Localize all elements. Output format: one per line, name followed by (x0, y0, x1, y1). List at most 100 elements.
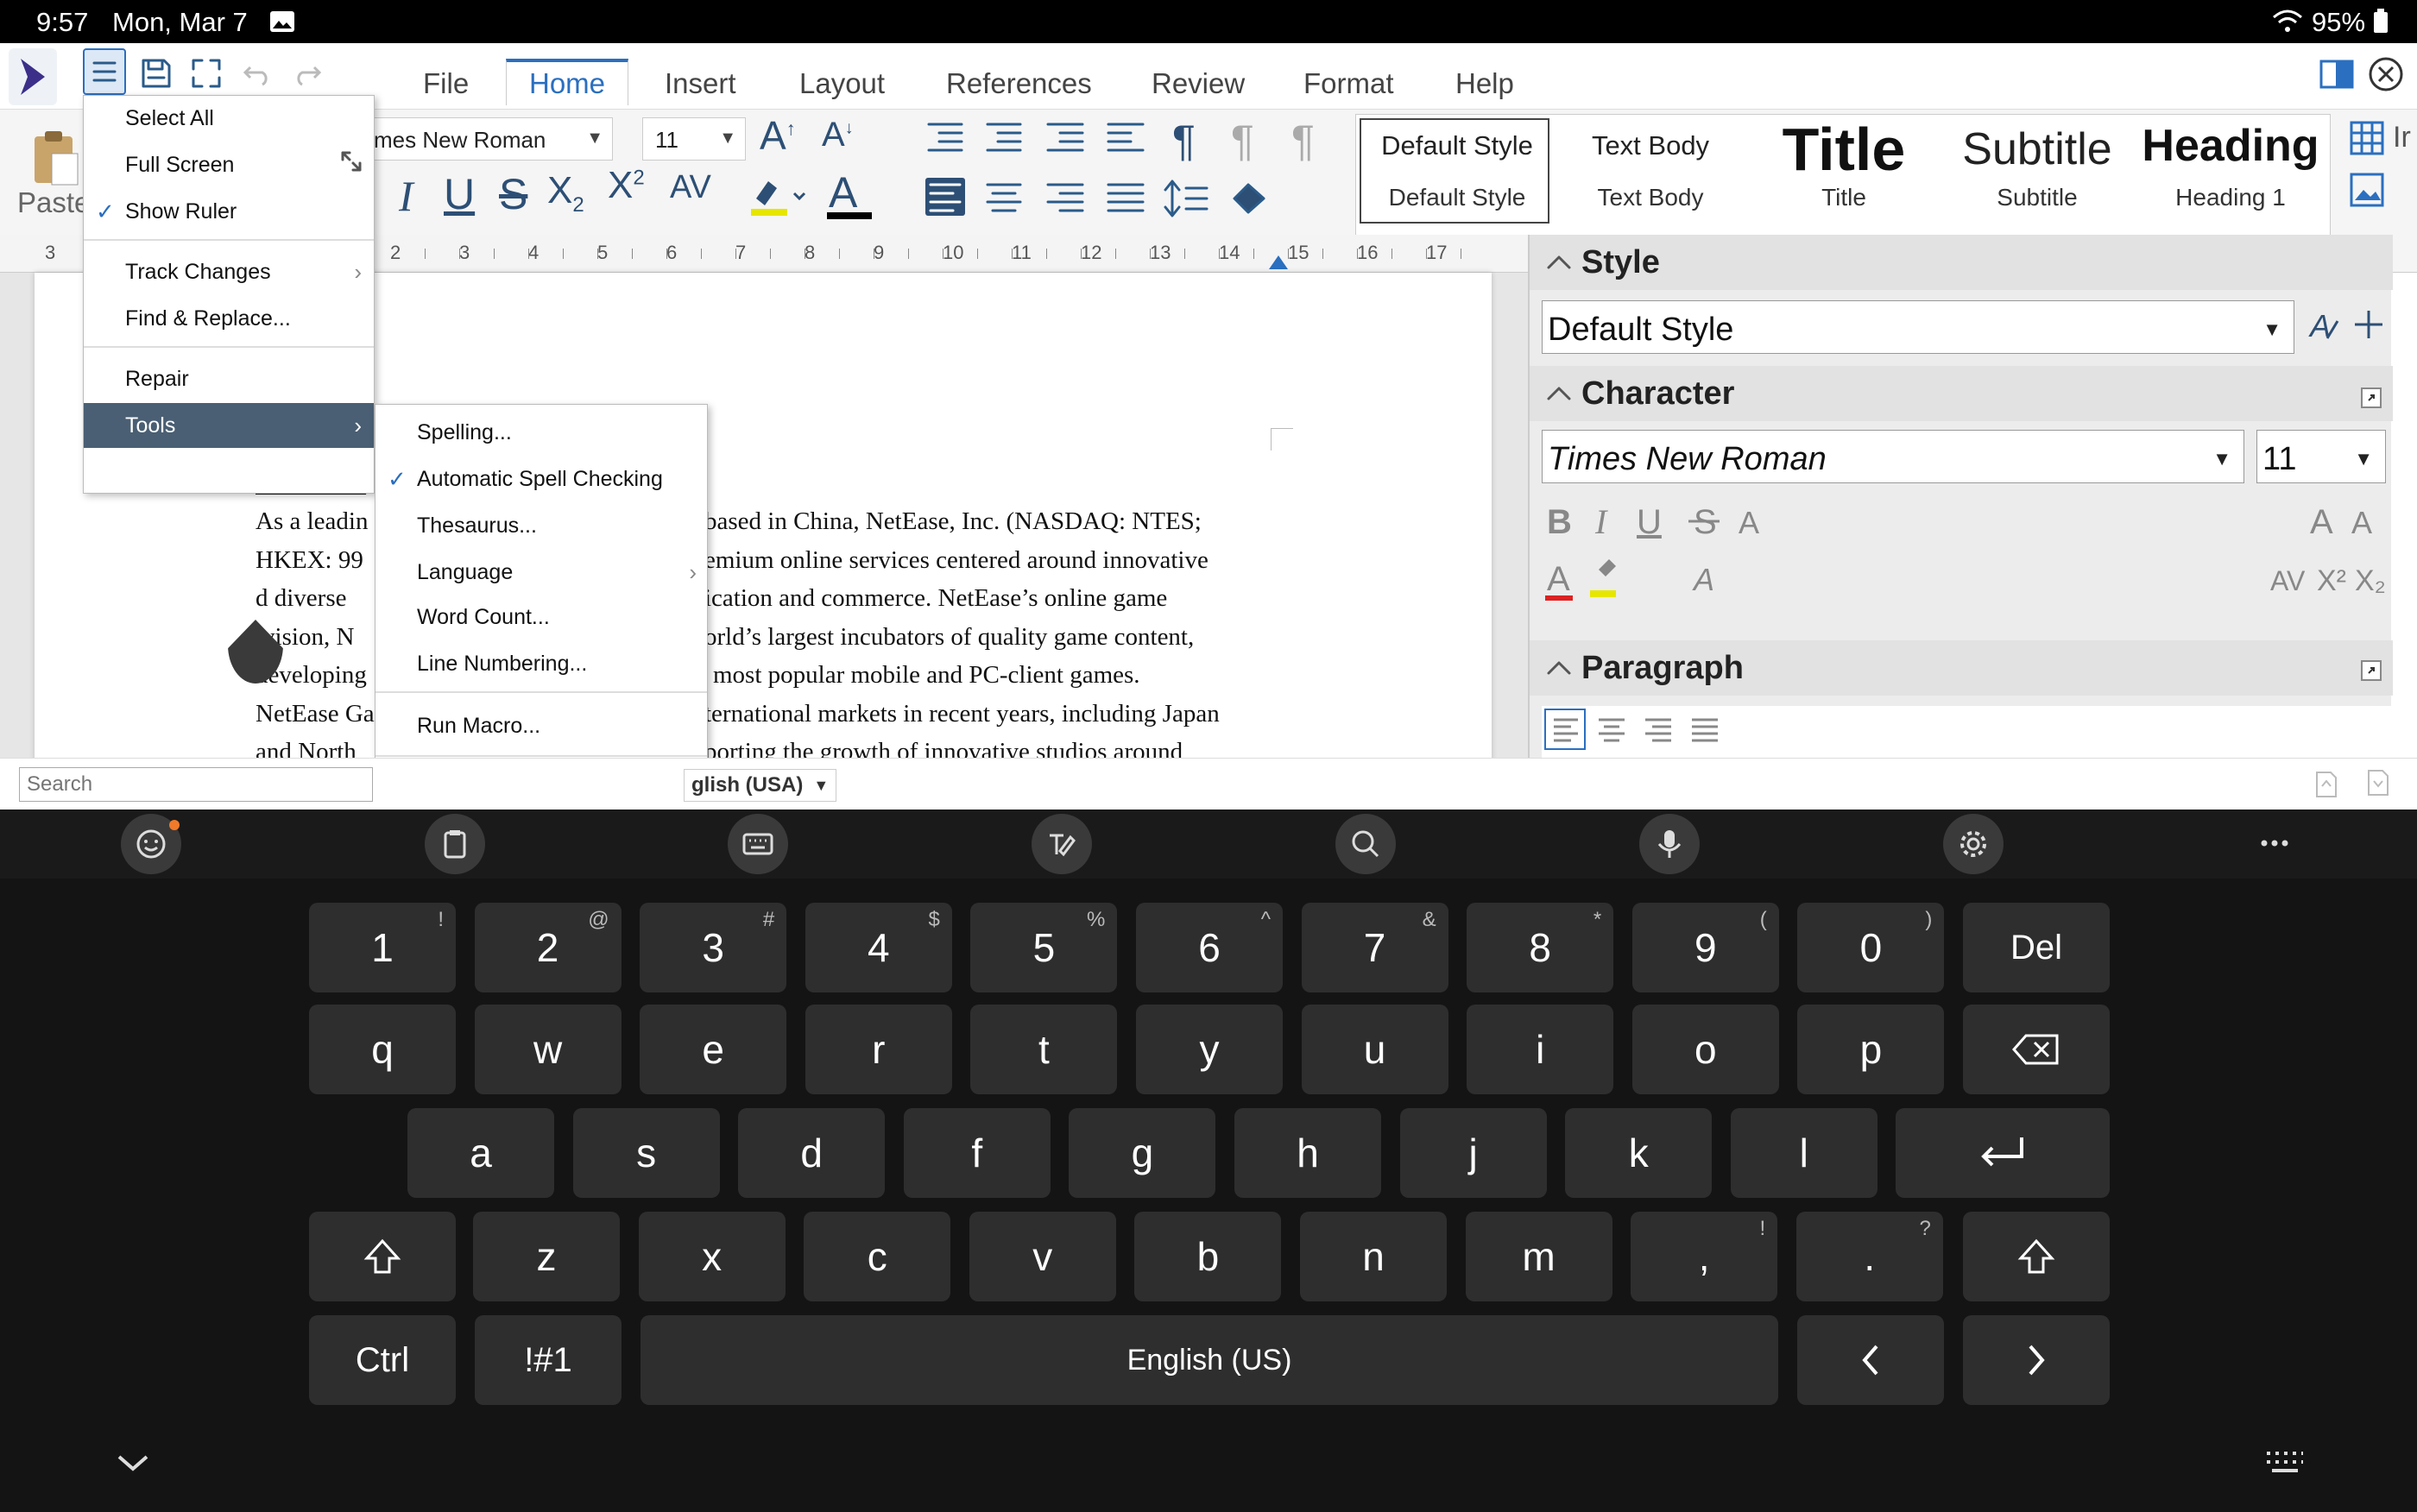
menu-item-full-screen[interactable]: Full Screen (84, 142, 374, 187)
character-spacing-icon[interactable]: AV (670, 169, 711, 206)
key-.[interactable]: .? (1795, 1212, 1943, 1301)
key-v[interactable]: v (969, 1212, 1116, 1301)
key-f[interactable]: f (903, 1108, 1051, 1198)
keyboard-switch-icon[interactable] (2263, 1448, 2307, 1477)
key-u[interactable]: u (1301, 1005, 1448, 1094)
key-l[interactable]: l (1730, 1108, 1877, 1198)
strikethrough-icon[interactable]: S (499, 169, 527, 219)
menu-item-show-ruler[interactable]: ✓ Show Ruler (84, 189, 374, 234)
search-button[interactable] (1335, 814, 1396, 874)
style-gallery-item[interactable]: Subtitle Subtitle (1945, 115, 2130, 227)
fullscreen-icon[interactable] (188, 55, 223, 90)
shrink-font-icon[interactable]: A↓ (822, 116, 854, 154)
font-size-field[interactable]: 11 ▼ (2256, 430, 2386, 483)
ruler-tab-marker-icon[interactable] (1267, 252, 1290, 271)
update-style-icon[interactable]: A (2305, 304, 2346, 347)
menu-item-find-replace[interactable]: Find & Replace... (84, 296, 374, 341)
key-6[interactable]: 6 ^ (1136, 903, 1283, 992)
submenu-item-language[interactable]: Language › (375, 550, 707, 595)
app-logo-icon[interactable] (9, 48, 57, 105)
save-icon[interactable] (138, 55, 173, 90)
key-w[interactable]: w (474, 1005, 622, 1094)
insert-image-icon[interactable] (2348, 171, 2386, 209)
menu-item-select-all[interactable]: Select All (84, 96, 374, 141)
key-b[interactable]: b (1134, 1212, 1282, 1301)
page-up-icon[interactable] (2310, 769, 2341, 800)
more-options-button[interactable] (2253, 822, 2296, 865)
tab-insert[interactable]: Insert (665, 62, 736, 105)
key-g[interactable]: g (1069, 1108, 1216, 1198)
key-k[interactable]: k (1565, 1108, 1713, 1198)
key-n[interactable]: n (1300, 1212, 1447, 1301)
paste-icon[interactable] (29, 128, 81, 188)
tab-format[interactable]: Format (1303, 62, 1394, 105)
shift-key-left[interactable] (309, 1212, 456, 1301)
key-d[interactable]: d (738, 1108, 886, 1198)
italic-icon[interactable]: I (399, 171, 413, 221)
subscript-icon[interactable]: X2 (547, 169, 584, 217)
submenu-item-run-macro[interactable]: Run Macro... (375, 703, 707, 748)
paragraph-section-header[interactable]: Paragraph (1530, 640, 2393, 696)
hide-keyboard-icon[interactable] (114, 1450, 152, 1476)
key-m[interactable]: m (1465, 1212, 1612, 1301)
voice-input-button[interactable] (1639, 814, 1700, 874)
shift-key-right[interactable] (1963, 1212, 2110, 1301)
space-key[interactable]: English (US) (641, 1315, 1778, 1405)
ctrl-key[interactable]: Ctrl (309, 1315, 456, 1405)
font-name-field[interactable]: Times New Roman ▼ (1542, 430, 2244, 483)
menu-item-tools[interactable]: Tools › (84, 403, 374, 448)
close-document-icon[interactable] (2367, 55, 2405, 93)
key-o[interactable]: o (1631, 1005, 1779, 1094)
search-input[interactable] (19, 767, 373, 802)
hamburger-menu-button[interactable] (83, 48, 126, 95)
tab-references[interactable]: References (946, 62, 1092, 105)
tab-help[interactable]: Help (1455, 62, 1514, 105)
insert-table-icon[interactable] (2348, 119, 2386, 157)
tab-home[interactable]: Home (506, 59, 629, 105)
style-select[interactable]: Default Style ▼ (1542, 300, 2294, 354)
key-c[interactable]: c (804, 1212, 951, 1301)
key-h[interactable]: h (1234, 1108, 1381, 1198)
key-3[interactable]: 3 # (640, 903, 787, 992)
language-select[interactable]: glish (USA) ▼ (684, 769, 837, 802)
new-style-icon[interactable] (2351, 307, 2386, 342)
character-section-header[interactable]: Character (1530, 366, 2393, 421)
key-,[interactable]: ,! (1631, 1212, 1778, 1301)
font-color-icon[interactable]: A (829, 167, 857, 217)
sidebar-toggle-icon[interactable] (2319, 59, 2355, 90)
key-8[interactable]: 8 * (1467, 903, 1614, 992)
submenu-item-thesaurus[interactable]: Thesaurus... (375, 503, 707, 548)
key-e[interactable]: e (640, 1005, 787, 1094)
settings-button[interactable] (1943, 814, 2004, 874)
key-q[interactable]: q (309, 1005, 456, 1094)
key-s[interactable]: s (572, 1108, 720, 1198)
submenu-item-automatic-spell-checking[interactable]: ✓ Automatic Spell Checking (375, 457, 707, 501)
tab-review[interactable]: Review (1152, 62, 1245, 105)
style-gallery-item[interactable]: Heading Heading 1 (2138, 115, 2323, 227)
style-gallery-item[interactable]: Title Title (1751, 115, 1936, 227)
key-i[interactable]: i (1467, 1005, 1614, 1094)
font-name-select[interactable]: mes New Roman ▼ (363, 117, 613, 161)
key-4[interactable]: 4 $ (805, 903, 952, 992)
key-p[interactable]: p (1797, 1005, 1945, 1094)
key-2[interactable]: 2 @ (474, 903, 622, 992)
redo-icon[interactable] (292, 57, 323, 88)
style-gallery-item[interactable]: Text Body Text Body (1558, 115, 1743, 227)
key-7[interactable]: 7 & (1301, 903, 1448, 992)
undo-icon[interactable] (242, 57, 273, 88)
tab-layout[interactable]: Layout (799, 62, 885, 105)
grow-font-icon[interactable]: A↑ (760, 112, 796, 159)
style-gallery-item[interactable]: Default Style Default Style (1365, 115, 1549, 227)
handwriting-button[interactable] (1032, 814, 1092, 874)
key-r[interactable]: r (805, 1005, 952, 1094)
font-size-select[interactable]: 11 ▼ (642, 117, 746, 161)
submenu-item-spelling[interactable]: Spelling... (375, 410, 707, 455)
menu-item-track-changes[interactable]: Track Changes › (84, 249, 374, 294)
symbols-key[interactable]: !#1 (475, 1315, 622, 1405)
backspace-key[interactable] (1963, 1005, 2110, 1094)
superscript-icon[interactable]: X2 (608, 164, 645, 207)
keyboard-mode-button[interactable] (728, 814, 788, 874)
more-options-icon[interactable] (2360, 659, 2382, 682)
key-9[interactable]: 9( (1631, 903, 1779, 992)
key-0[interactable]: 0) (1797, 903, 1945, 992)
